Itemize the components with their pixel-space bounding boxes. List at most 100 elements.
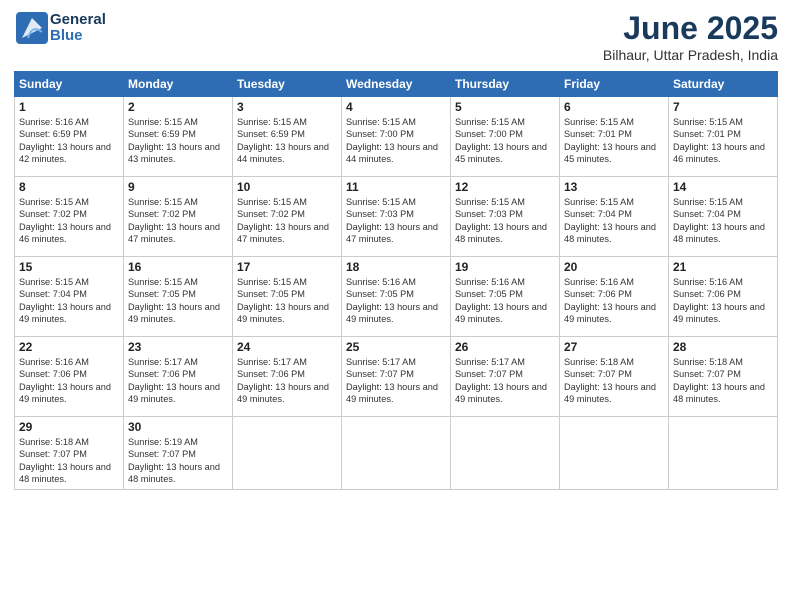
calendar-cell: 22Sunrise: 5:16 AMSunset: 7:06 PMDayligh… (15, 337, 124, 417)
calendar-cell: 8Sunrise: 5:15 AMSunset: 7:02 PMDaylight… (15, 177, 124, 257)
calendar-cell: 9 Sunrise: 5:15 AMSunset: 7:02 PMDaylight… (124, 177, 233, 257)
calendar-cell: 14Sunrise: 5:15 AMSunset: 7:04 PMDayligh… (669, 177, 778, 257)
calendar-cell: 21Sunrise: 5:16 AMSunset: 7:06 PMDayligh… (669, 257, 778, 337)
day-info: Sunrise: 5:17 AMSunset: 7:06 PMDaylight:… (128, 356, 228, 406)
day-number: 18 (346, 260, 446, 274)
day-number: 19 (455, 260, 555, 274)
calendar-cell: 5 Sunrise: 5:15 AMSunset: 7:00 PMDaylight… (451, 97, 560, 177)
day-info: Sunrise: 5:16 AMSunset: 7:06 PMDaylight:… (19, 356, 119, 406)
calendar-cell: 16Sunrise: 5:15 AMSunset: 7:05 PMDayligh… (124, 257, 233, 337)
day-info: Sunrise: 5:15 AMSunset: 7:00 PMDaylight:… (346, 116, 446, 166)
day-info: Sunrise: 5:17 AMSunset: 7:07 PMDaylight:… (346, 356, 446, 406)
calendar-cell: 12 Sunrise: 5:15 AMSunset: 7:03 PMDayligh… (451, 177, 560, 257)
weekday-header-row: Sunday Monday Tuesday Wednesday Thursday… (15, 72, 778, 97)
day-info: Sunrise: 5:15 AMSunset: 7:03 PMDaylight:… (346, 196, 446, 246)
day-info: Sunrise: 5:16 AMSunset: 7:05 PMDaylight:… (346, 276, 446, 326)
day-number: 6 (564, 100, 664, 114)
title-block: June 2025 Bilhaur, Uttar Pradesh, India (603, 10, 778, 63)
day-info: Sunrise: 5:15 AMSunset: 7:03 PMDaylight:… (455, 196, 555, 246)
header-saturday: Saturday (669, 72, 778, 97)
day-number: 5 (455, 100, 555, 114)
calendar-week-3: 22Sunrise: 5:16 AMSunset: 7:06 PMDayligh… (15, 337, 778, 417)
day-number: 29 (19, 420, 119, 434)
calendar-cell: 30 Sunrise: 5:19 AMSunset: 7:07 PMDayligh… (124, 417, 233, 490)
calendar-cell: 20 Sunrise: 5:16 AMSunset: 7:06 PMDayligh… (560, 257, 669, 337)
logo-line2: Blue (50, 28, 106, 45)
calendar-cell: 28Sunrise: 5:18 AMSunset: 7:07 PMDayligh… (669, 337, 778, 417)
calendar-cell: 13 Sunrise: 5:15 AMSunset: 7:04 PMDayligh… (560, 177, 669, 257)
day-number: 2 (128, 100, 228, 114)
day-number: 28 (673, 340, 773, 354)
day-info: Sunrise: 5:17 AMSunset: 7:06 PMDaylight:… (237, 356, 337, 406)
day-number: 30 (128, 420, 228, 434)
day-number: 7 (673, 100, 773, 114)
day-number: 16 (128, 260, 228, 274)
day-number: 21 (673, 260, 773, 274)
calendar-cell: 29 Sunrise: 5:18 AMSunset: 7:07 PMDayligh… (15, 417, 124, 490)
day-number: 9 (128, 180, 228, 194)
calendar-table: Sunday Monday Tuesday Wednesday Thursday… (14, 71, 778, 490)
calendar-cell: 6 Sunrise: 5:15 AMSunset: 7:01 PMDaylight… (560, 97, 669, 177)
logo: General Blue (14, 10, 106, 46)
day-number: 27 (564, 340, 664, 354)
day-number: 25 (346, 340, 446, 354)
day-info: Sunrise: 5:16 AMSunset: 7:05 PMDaylight:… (455, 276, 555, 326)
header-monday: Monday (124, 72, 233, 97)
calendar-cell: 19 Sunrise: 5:16 AMSunset: 7:05 PMDayligh… (451, 257, 560, 337)
day-info: Sunrise: 5:15 AMSunset: 6:59 PMDaylight:… (237, 116, 337, 166)
day-number: 11 (346, 180, 446, 194)
day-number: 4 (346, 100, 446, 114)
location: Bilhaur, Uttar Pradesh, India (603, 47, 778, 63)
day-number: 3 (237, 100, 337, 114)
day-info: Sunrise: 5:18 AMSunset: 7:07 PMDaylight:… (19, 436, 119, 486)
logo-line1: General (50, 12, 106, 29)
day-info: Sunrise: 5:15 AMSunset: 7:02 PMDaylight:… (128, 196, 228, 246)
calendar-cell (233, 417, 342, 490)
calendar-week-1: 8Sunrise: 5:15 AMSunset: 7:02 PMDaylight… (15, 177, 778, 257)
day-number: 13 (564, 180, 664, 194)
calendar-cell: 17 Sunrise: 5:15 AMSunset: 7:05 PMDayligh… (233, 257, 342, 337)
day-info: Sunrise: 5:15 AMSunset: 7:04 PMDaylight:… (564, 196, 664, 246)
day-info: Sunrise: 5:15 AMSunset: 7:04 PMDaylight:… (673, 196, 773, 246)
day-info: Sunrise: 5:19 AMSunset: 7:07 PMDaylight:… (128, 436, 228, 486)
day-number: 24 (237, 340, 337, 354)
day-number: 12 (455, 180, 555, 194)
month-title: June 2025 (603, 10, 778, 47)
day-number: 23 (128, 340, 228, 354)
calendar-cell: 23 Sunrise: 5:17 AMSunset: 7:06 PMDayligh… (124, 337, 233, 417)
day-number: 20 (564, 260, 664, 274)
calendar-cell: 4 Sunrise: 5:15 AMSunset: 7:00 PMDaylight… (342, 97, 451, 177)
day-number: 1 (19, 100, 119, 114)
day-info: Sunrise: 5:17 AMSunset: 7:07 PMDaylight:… (455, 356, 555, 406)
calendar-cell: 26Sunrise: 5:17 AMSunset: 7:07 PMDayligh… (451, 337, 560, 417)
calendar-cell: 27 Sunrise: 5:18 AMSunset: 7:07 PMDayligh… (560, 337, 669, 417)
day-number: 15 (19, 260, 119, 274)
calendar-cell: 15Sunrise: 5:15 AMSunset: 7:04 PMDayligh… (15, 257, 124, 337)
day-info: Sunrise: 5:16 AMSunset: 6:59 PMDaylight:… (19, 116, 119, 166)
calendar-cell: 1 Sunrise: 5:16 AMSunset: 6:59 PMDaylight… (15, 97, 124, 177)
day-number: 17 (237, 260, 337, 274)
day-number: 10 (237, 180, 337, 194)
header-tuesday: Tuesday (233, 72, 342, 97)
calendar-cell: 2 Sunrise: 5:15 AMSunset: 6:59 PMDaylight… (124, 97, 233, 177)
day-info: Sunrise: 5:18 AMSunset: 7:07 PMDaylight:… (564, 356, 664, 406)
day-info: Sunrise: 5:15 AMSunset: 7:02 PMDaylight:… (237, 196, 337, 246)
day-info: Sunrise: 5:15 AMSunset: 7:05 PMDaylight:… (237, 276, 337, 326)
logo-icon (14, 10, 50, 46)
calendar-week-0: 1 Sunrise: 5:16 AMSunset: 6:59 PMDaylight… (15, 97, 778, 177)
header-friday: Friday (560, 72, 669, 97)
day-info: Sunrise: 5:15 AMSunset: 7:01 PMDaylight:… (564, 116, 664, 166)
calendar-cell: 7 Sunrise: 5:15 AMSunset: 7:01 PMDaylight… (669, 97, 778, 177)
calendar-week-4: 29 Sunrise: 5:18 AMSunset: 7:07 PMDayligh… (15, 417, 778, 490)
calendar-cell: 25 Sunrise: 5:17 AMSunset: 7:07 PMDayligh… (342, 337, 451, 417)
day-info: Sunrise: 5:15 AMSunset: 7:00 PMDaylight:… (455, 116, 555, 166)
calendar-cell (342, 417, 451, 490)
day-info: Sunrise: 5:15 AMSunset: 6:59 PMDaylight:… (128, 116, 228, 166)
calendar-cell: 18 Sunrise: 5:16 AMSunset: 7:05 PMDayligh… (342, 257, 451, 337)
calendar-cell (451, 417, 560, 490)
header-thursday: Thursday (451, 72, 560, 97)
day-info: Sunrise: 5:16 AMSunset: 7:06 PMDaylight:… (564, 276, 664, 326)
day-info: Sunrise: 5:15 AMSunset: 7:01 PMDaylight:… (673, 116, 773, 166)
calendar-cell (669, 417, 778, 490)
header-sunday: Sunday (15, 72, 124, 97)
